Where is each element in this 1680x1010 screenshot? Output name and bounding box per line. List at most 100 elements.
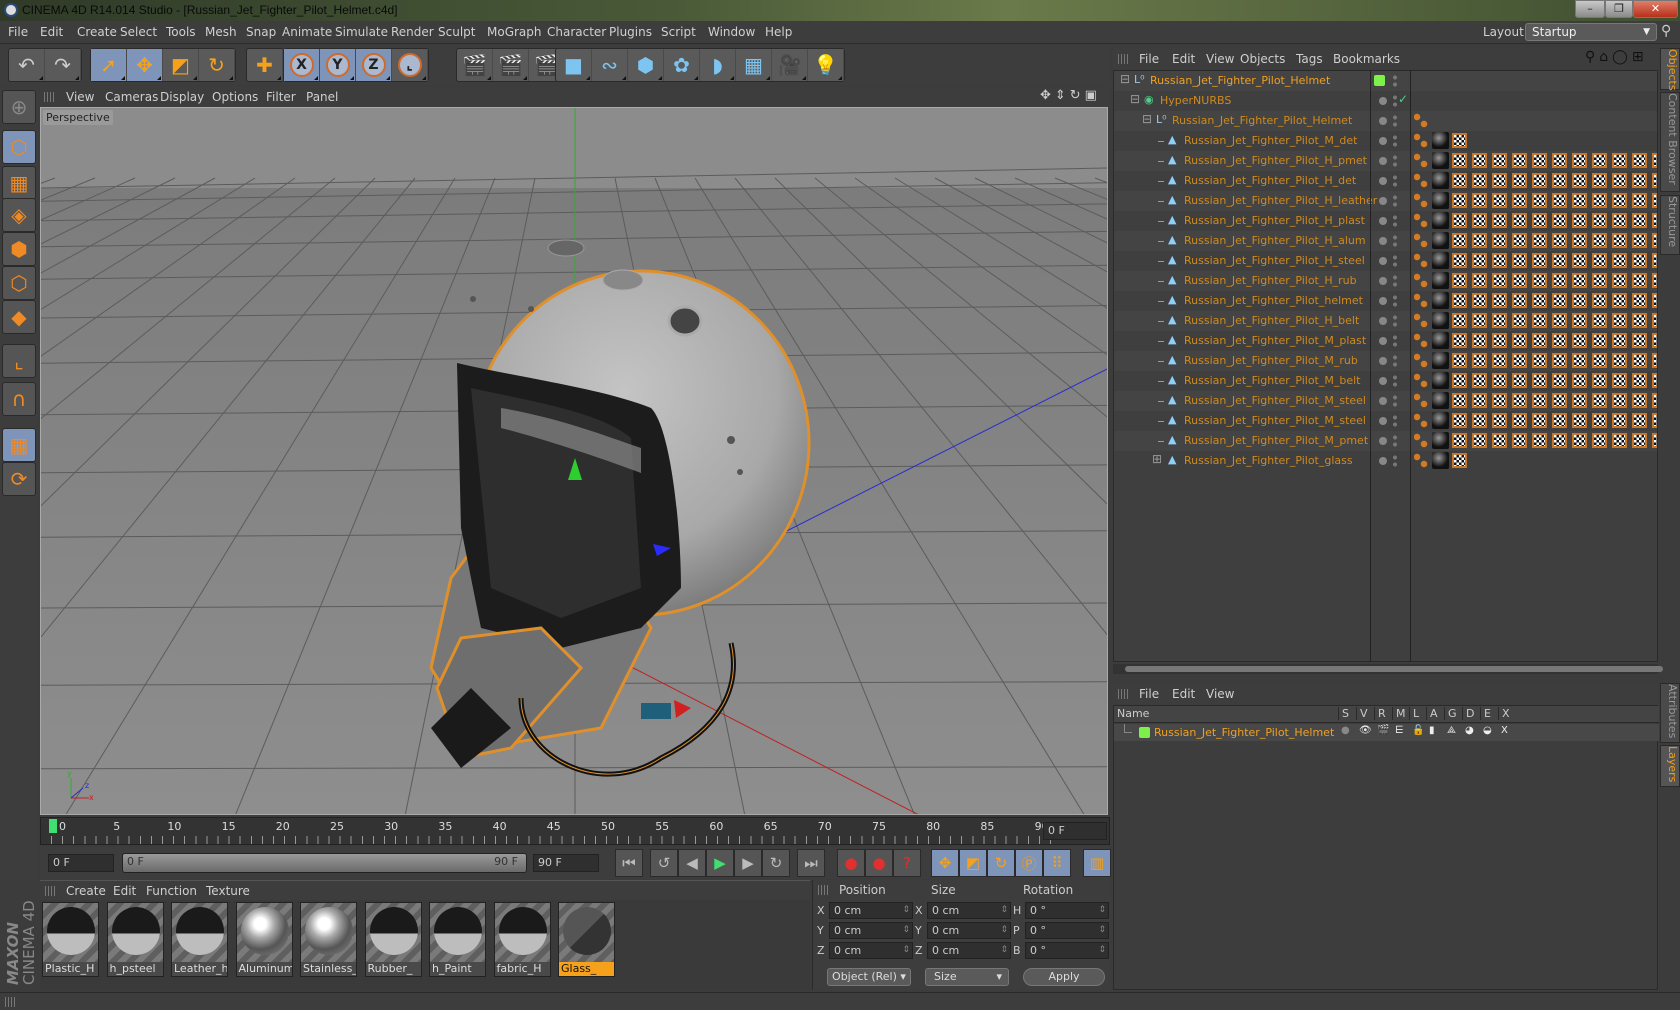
go-to-start-button[interactable]: ⏮ (615, 849, 643, 877)
menu-help[interactable]: Help (765, 25, 792, 39)
frame-range-slider[interactable]: 0 F 90 F (122, 853, 527, 873)
visibility-toggle[interactable] (1393, 94, 1397, 108)
collapse-icon[interactable]: ⊟ (1120, 72, 1130, 86)
texture-tag-icon[interactable] (1572, 413, 1587, 428)
viewport-menu-display[interactable]: Display (160, 90, 204, 104)
object-name[interactable]: Russian_Jet_Fighter_Pilot_M_steel (1184, 414, 1366, 427)
texture-tag-icon[interactable] (1652, 213, 1657, 228)
texture-tag-icon[interactable] (1612, 413, 1627, 428)
object-name[interactable]: Russian_Jet_Fighter_Pilot_H_pmet (1184, 154, 1367, 167)
texture-tag-icon[interactable] (1532, 353, 1547, 368)
texture-tag-icon[interactable] (1452, 193, 1467, 208)
layer-menu-edit[interactable]: Edit (1172, 687, 1195, 701)
collapse-icon[interactable]: ⊟ (1142, 112, 1152, 126)
go-to-end-button[interactable]: ⏭ (797, 849, 825, 877)
layer-dot[interactable] (1379, 297, 1387, 305)
planar-workplane-button[interactable]: ⟳ (2, 462, 36, 496)
material-tag-icon[interactable] (1432, 392, 1449, 409)
live-selection-button[interactable]: ➚ (91, 49, 127, 81)
texture-tag-icon[interactable] (1652, 293, 1657, 308)
restore-button[interactable]: ❐ (1605, 0, 1633, 18)
layer-dot[interactable] (1379, 197, 1387, 205)
texture-tag-icon[interactable] (1632, 413, 1647, 428)
texture-tag-icon[interactable] (1532, 273, 1547, 288)
menu-simulate[interactable]: Simulate (335, 25, 388, 39)
visibility-toggle[interactable] (1393, 434, 1397, 448)
menu-snap[interactable]: Snap (246, 25, 276, 39)
texture-tag-icon[interactable] (1512, 153, 1527, 168)
material-tag-icon[interactable] (1432, 152, 1449, 169)
timeline-window-button[interactable]: ▥ (1083, 849, 1111, 877)
texture-tag-icon[interactable] (1632, 313, 1647, 328)
recent-tool-button[interactable]: ✚ (247, 49, 283, 81)
visibility-toggle[interactable] (1393, 154, 1397, 168)
object-name[interactable]: Russian_Jet_Fighter_Pilot_M_steel (1184, 394, 1366, 407)
object-manager-tools[interactable]: ⚲⌂◯⊞ (1585, 49, 1648, 65)
texture-tag-icon[interactable] (1452, 173, 1467, 188)
texture-mode-button[interactable]: ▦ (2, 166, 36, 200)
texture-tag-icon[interactable] (1492, 173, 1507, 188)
texture-tag-icon[interactable] (1532, 153, 1547, 168)
texture-tag-icon[interactable] (1452, 333, 1467, 348)
workplane-mode-button[interactable]: ◈ (2, 198, 36, 232)
collapse-icon[interactable]: ⊟ (1130, 92, 1140, 106)
layer-column-v[interactable]: V (1356, 707, 1368, 720)
x-axis-button[interactable]: X (284, 49, 320, 81)
texture-tag-icon[interactable] (1592, 253, 1607, 268)
floor-button[interactable]: ▦ (736, 49, 772, 81)
texture-tag-icon[interactable] (1652, 273, 1657, 288)
object-row[interactable]: ▲ Russian_Jet_Fighter_Pilot_H_det (1114, 171, 1657, 191)
coordinate-system-button[interactable]: ⌞ (392, 49, 428, 81)
viewport-menu-view[interactable]: View (66, 90, 94, 104)
texture-tag-icon[interactable] (1572, 353, 1587, 368)
object-menu-edit[interactable]: Edit (1172, 52, 1195, 66)
texture-tag-icon[interactable] (1512, 273, 1527, 288)
visible-render-icon[interactable]: 🎬 (1377, 725, 1389, 736)
texture-tag-icon[interactable] (1512, 353, 1527, 368)
texture-tag-icon[interactable] (1652, 333, 1657, 348)
step-back-button[interactable]: ◀ (678, 849, 706, 877)
panel-grip-icon[interactable] (1118, 54, 1130, 64)
texture-tag-icon[interactable] (1652, 173, 1657, 188)
tweak-magnet-button[interactable]: ∩ (2, 382, 36, 416)
phong-tag-icon[interactable] (1414, 413, 1428, 428)
object-row[interactable]: ⊞ ▲ Russian_Jet_Fighter_Pilot_glass (1114, 451, 1657, 471)
viewport-camera-label[interactable]: Perspective (43, 110, 113, 125)
layer-dot[interactable] (1379, 137, 1387, 145)
texture-tag-icon[interactable] (1452, 253, 1467, 268)
texture-tag-icon[interactable] (1652, 313, 1657, 328)
object-row[interactable]: ⊟ L⁰ Russian_Jet_Fighter_Pilot_Helmet (1114, 71, 1657, 91)
object-name[interactable]: Russian_Jet_Fighter_Pilot_M_pmet (1184, 434, 1368, 447)
layer-dot[interactable] (1379, 217, 1387, 225)
visibility-toggle[interactable] (1393, 394, 1397, 408)
y-axis-button[interactable]: Y (320, 49, 356, 81)
texture-tag-icon[interactable] (1532, 433, 1547, 448)
texture-tag-icon[interactable] (1472, 313, 1487, 328)
texture-tag-icon[interactable] (1512, 433, 1527, 448)
texture-tag-icon[interactable] (1532, 213, 1547, 228)
material-swatch[interactable]: Plastic_H (42, 902, 99, 977)
current-frame-field[interactable]: 0 F (1043, 822, 1107, 840)
texture-tag-icon[interactable] (1452, 233, 1467, 248)
texture-tag-icon[interactable] (1532, 193, 1547, 208)
phong-tag-icon[interactable] (1414, 173, 1428, 188)
phong-tag-icon[interactable] (1414, 373, 1428, 388)
texture-tag-icon[interactable] (1512, 293, 1527, 308)
texture-tag-icon[interactable] (1572, 393, 1587, 408)
material-swatch[interactable]: h_psteel (106, 902, 164, 977)
texture-tag-icon[interactable] (1652, 153, 1657, 168)
object-row[interactable]: ▲ Russian_Jet_Fighter_Pilot_H_alum (1114, 231, 1657, 251)
layer-dot[interactable] (1379, 257, 1387, 265)
object-row[interactable]: ▲ Russian_Jet_Fighter_Pilot_H_plast (1114, 211, 1657, 231)
layer-dot[interactable] (1379, 177, 1387, 185)
animation-icon[interactable]: ▮ (1429, 725, 1435, 736)
menu-mesh[interactable]: Mesh (205, 25, 237, 39)
menu-tools[interactable]: Tools (166, 25, 196, 39)
texture-tag-icon[interactable] (1592, 213, 1607, 228)
locked-icon[interactable]: 🔓 (1412, 725, 1424, 736)
texture-tag-icon[interactable] (1472, 373, 1487, 388)
object-row[interactable]: ▲ Russian_Jet_Fighter_Pilot_H_belt (1114, 311, 1657, 331)
texture-tag-icon[interactable] (1612, 233, 1627, 248)
texture-tag-icon[interactable] (1532, 173, 1547, 188)
spinner-arrows-icon[interactable]: ⇕ (1000, 923, 1008, 938)
